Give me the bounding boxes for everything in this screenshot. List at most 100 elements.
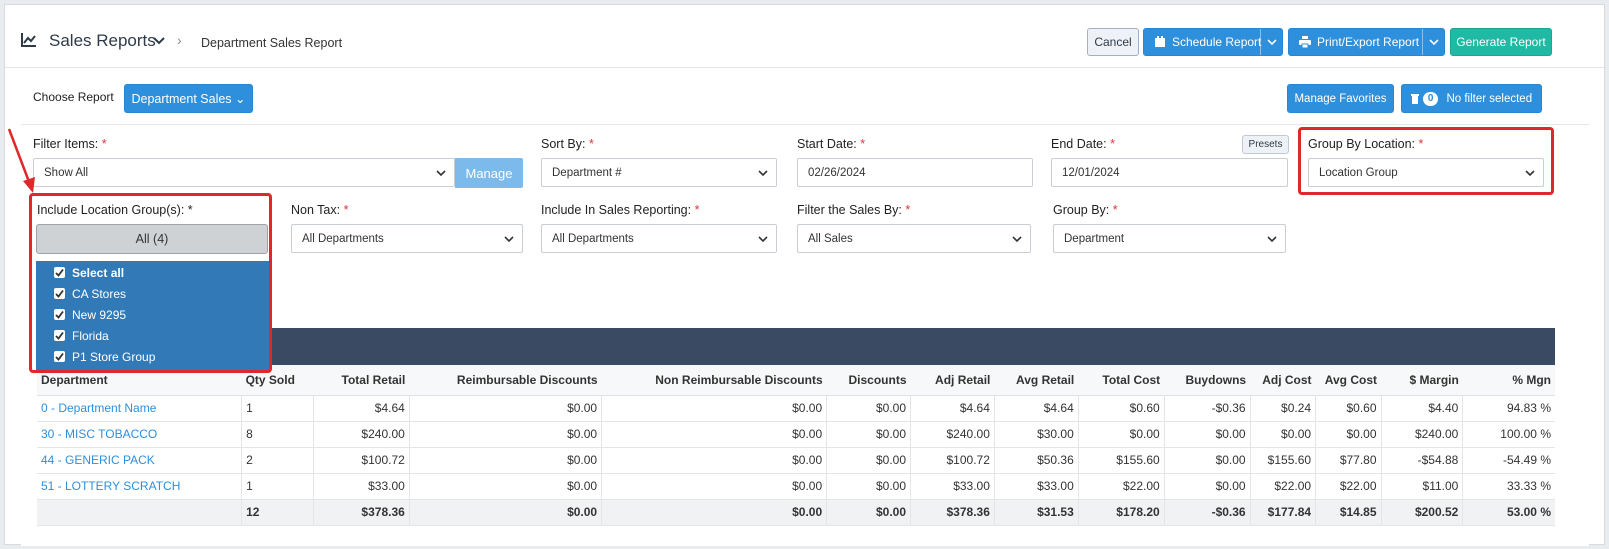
- table-cell: $155.60: [1249, 447, 1316, 474]
- highlight-annotation: [1298, 127, 1554, 195]
- breadcrumb-separator-icon: ›: [177, 32, 182, 48]
- filter-status-button[interactable]: 0 No filter selected: [1401, 84, 1542, 113]
- total-cell: [37, 499, 242, 526]
- end-date-label: End Date: *: [1051, 137, 1115, 151]
- table-row: 44 - GENERIC PACK 2 $100.72 $0.00 $0.00 $0.00…: [37, 447, 1555, 474]
- table-cell: $0.00: [601, 473, 827, 500]
- table-cell: $22.00: [1077, 473, 1165, 500]
- filter-sales-by-value: All Sales: [808, 233, 853, 245]
- department-link[interactable]: 30 - MISC TOBACCO: [41, 427, 157, 441]
- total-cell: $14.85: [1315, 499, 1382, 526]
- start-date-label: Start Date: *: [797, 137, 866, 151]
- table-cell: $0.00: [1163, 447, 1251, 474]
- total-cell: $378.36: [910, 499, 995, 526]
- table-row: 30 - MISC TOBACCO 8 $240.00 $0.00 $0.00 $0.00…: [37, 421, 1555, 448]
- report-table: Department Qty Sold Total Retail Reimbur…: [37, 365, 1555, 526]
- department-link[interactable]: 0 - Department Name: [41, 401, 156, 415]
- print-export-label: Print/Export Report: [1317, 35, 1420, 49]
- department-link[interactable]: 44 - GENERIC PACK: [41, 453, 155, 467]
- column-header[interactable]: Buydowns: [1164, 365, 1251, 396]
- column-header[interactable]: Non Reimbursable Discounts: [601, 365, 827, 396]
- print-dropdown-toggle[interactable]: [1422, 29, 1444, 55]
- total-cell: $0.00: [826, 499, 911, 526]
- department-link[interactable]: 51 - LOTTERY SCRATCH: [41, 479, 180, 493]
- table-cell: -$54.88: [1380, 447, 1463, 474]
- group-by-value: Department: [1064, 233, 1125, 245]
- table-cell: $100.72: [312, 447, 410, 474]
- table-cell: $240.00: [1380, 421, 1463, 448]
- department-link-cell[interactable]: 0 - Department Name: [37, 395, 242, 422]
- page-title[interactable]: Sales Reports: [49, 31, 156, 51]
- generate-report-button[interactable]: Generate Report: [1450, 28, 1552, 56]
- chevron-down-icon: [1012, 236, 1022, 243]
- manage-filter-items-button[interactable]: Manage: [455, 158, 523, 188]
- total-cell: $0.00: [408, 499, 602, 526]
- report-content: Choose Report Department Sales ⌄ Manage …: [21, 68, 1589, 546]
- column-header[interactable]: Total Retail: [313, 365, 410, 396]
- column-header[interactable]: Adj Cost: [1250, 365, 1316, 396]
- filter-items-select[interactable]: Show All: [33, 158, 455, 187]
- non-tax-select[interactable]: All Departments: [291, 224, 523, 253]
- chevron-down-icon: [758, 170, 768, 177]
- schedule-report-label: Schedule Report: [1172, 35, 1262, 49]
- table-cell: $240.00: [312, 421, 410, 448]
- table-cell: 8: [241, 421, 314, 448]
- table-cell: 1: [241, 395, 314, 422]
- column-header[interactable]: Avg Cost: [1315, 365, 1382, 396]
- table-cell: $4.40: [1380, 395, 1463, 422]
- print-export-button[interactable]: Print/Export Report: [1288, 28, 1445, 56]
- end-date-input[interactable]: 12/01/2024: [1051, 158, 1288, 187]
- column-header[interactable]: Total Cost: [1078, 365, 1165, 396]
- table-cell: $11.00: [1380, 473, 1463, 500]
- filter-count-badge: 0: [1422, 91, 1439, 106]
- table-cell: $0.00: [1249, 421, 1316, 448]
- total-cell: 12: [241, 499, 314, 526]
- arrow-annotation-icon: [7, 128, 35, 193]
- table-cell: $33.00: [993, 473, 1079, 500]
- table-cell: -54.49 %: [1462, 447, 1555, 474]
- department-link-cell[interactable]: 51 - LOTTERY SCRATCH: [37, 473, 242, 500]
- filter-sales-by-select[interactable]: All Sales: [797, 224, 1031, 253]
- chevron-down-icon[interactable]: [153, 36, 165, 46]
- group-by-select[interactable]: Department: [1053, 224, 1286, 253]
- line-chart-icon: [21, 33, 36, 47]
- schedule-dropdown-toggle[interactable]: [1260, 29, 1282, 55]
- table-row: 51 - LOTTERY SCRATCH 1 $33.00 $0.00 $0.00 $0.…: [37, 473, 1555, 500]
- column-header[interactable]: % Mgn: [1462, 365, 1555, 396]
- breadcrumb: Department Sales Report: [201, 36, 343, 50]
- column-header[interactable]: $ Margin: [1381, 365, 1463, 396]
- cancel-button[interactable]: Cancel: [1087, 28, 1139, 56]
- column-header[interactable]: Avg Retail: [994, 365, 1079, 396]
- department-link-cell[interactable]: 44 - GENERIC PACK: [37, 447, 242, 474]
- report-select-button[interactable]: Department Sales ⌄: [124, 84, 253, 113]
- include-in-sales-select[interactable]: All Departments: [541, 224, 777, 253]
- column-header[interactable]: Adj Retail: [910, 365, 995, 396]
- printer-icon: [1299, 36, 1311, 48]
- chevron-down-icon: [436, 170, 446, 177]
- presets-button[interactable]: Presets: [1242, 135, 1289, 154]
- filter-items-value: Show All: [44, 167, 89, 179]
- filter-sales-by-label: Filter the Sales By: *: [797, 203, 911, 217]
- include-in-sales-label: Include In Sales Reporting: *: [541, 203, 700, 217]
- manage-favorites-button[interactable]: Manage Favorites: [1287, 84, 1394, 113]
- chevron-down-icon: [1267, 236, 1277, 243]
- department-link-cell[interactable]: 30 - MISC TOBACCO: [37, 421, 242, 448]
- table-cell: $0.00: [601, 447, 827, 474]
- non-tax-label: Non Tax: *: [291, 203, 349, 217]
- table-cell: $0.00: [826, 447, 911, 474]
- chevron-down-icon: [1428, 39, 1439, 46]
- table-cell: 2: [241, 447, 314, 474]
- column-header[interactable]: Discounts: [826, 365, 911, 396]
- table-row: 0 - Department Name 1 $4.64 $0.00 $0.00 $0.00…: [37, 395, 1555, 422]
- calendar-icon: [1155, 36, 1165, 47]
- column-header[interactable]: Reimbursable Discounts: [409, 365, 602, 396]
- start-date-input[interactable]: 02/26/2024: [797, 158, 1033, 187]
- table-cell: $30.00: [993, 421, 1079, 448]
- sort-by-select[interactable]: Department #: [541, 158, 777, 187]
- total-cell: $178.20: [1077, 499, 1165, 526]
- table-cell: $22.00: [1315, 473, 1382, 500]
- schedule-report-button[interactable]: Schedule Report: [1143, 28, 1283, 56]
- total-cell: $177.84: [1249, 499, 1316, 526]
- trash-icon: [1410, 94, 1419, 104]
- table-cell: $33.00: [312, 473, 410, 500]
